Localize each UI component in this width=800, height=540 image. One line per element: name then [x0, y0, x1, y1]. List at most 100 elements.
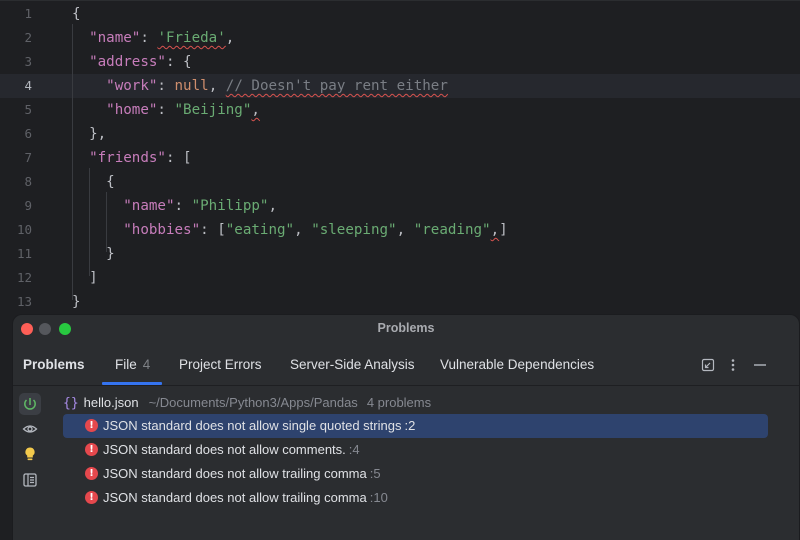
error-icon: !: [85, 443, 98, 456]
problem-line: :2: [404, 418, 416, 433]
code-token: :: [174, 198, 192, 214]
file-name: hello.json: [83, 395, 139, 410]
code-token: "name": [123, 198, 175, 214]
code-line[interactable]: 5 "home": "Beijing",: [0, 98, 800, 122]
problems-header-label: Problems: [23, 357, 85, 372]
code-line[interactable]: 7 "friends": [: [0, 146, 800, 170]
indent-guide: [89, 168, 90, 276]
problem-row[interactable]: ! JSON standard does not allow trailing …: [63, 486, 768, 510]
code-token: ,: [208, 78, 226, 94]
tab-file[interactable]: File 4: [115, 345, 150, 385]
code-token: ,: [490, 222, 500, 238]
code-line[interactable]: 11 }: [0, 242, 800, 266]
code-line[interactable]: 4 "work": null, // Doesn't pay rent eith…: [0, 74, 800, 98]
code-line[interactable]: 10 "hobbies": ["eating", "sleeping", "re…: [0, 218, 800, 242]
tab-project-errors[interactable]: Project Errors: [179, 345, 262, 385]
code-token: : {: [165, 54, 192, 70]
code-text: },: [72, 122, 106, 146]
eye-icon[interactable]: [19, 418, 41, 440]
code-token: "friends": [89, 150, 166, 166]
line-number: 11: [16, 246, 32, 261]
indent-guide: [72, 24, 73, 300]
code-text: "hobbies": ["eating", "sleeping", "readi…: [72, 218, 507, 242]
code-line[interactable]: 2 "name": 'Frieda',: [0, 26, 800, 50]
code-line[interactable]: 13}: [0, 290, 800, 314]
code-token: "address": [89, 54, 166, 70]
line-number: 2: [24, 30, 32, 45]
problem-message: JSON standard does not allow single quot…: [103, 418, 402, 433]
code-token: ,: [251, 102, 260, 118]
code-token: }: [106, 246, 115, 262]
line-number: 3: [24, 54, 32, 69]
code-token: "Philipp": [191, 198, 269, 214]
code-editor[interactable]: 1{2 "name": 'Frieda', 3 "address": {4 "wo…: [0, 0, 800, 314]
window-title: Problems: [377, 321, 435, 335]
code-token: "hobbies": [123, 222, 201, 238]
error-icon: !: [85, 419, 98, 432]
minimize-icon[interactable]: [749, 354, 771, 376]
code-token: null: [174, 78, 209, 94]
error-icon: !: [85, 491, 98, 504]
code-text: ]: [72, 266, 98, 290]
code-token: {: [106, 174, 115, 190]
problem-row[interactable]: ! JSON standard does not allow comments.…: [63, 438, 768, 462]
active-tab-indicator: [102, 382, 162, 385]
problems-tabbar: Problems File 4 Project Errors Server-Sid…: [13, 345, 799, 386]
code-line[interactable]: 9 "name": "Philipp",: [0, 194, 800, 218]
code-token: "sleeping": [311, 222, 397, 238]
code-line[interactable]: 8 {: [0, 170, 800, 194]
more-vertical-icon[interactable]: [722, 354, 744, 376]
code-token: },: [89, 126, 107, 142]
problems-titlebar[interactable]: Problems: [13, 315, 799, 343]
refresh-icon[interactable]: [19, 393, 41, 415]
code-token: :: [157, 102, 175, 118]
lightbulb-icon[interactable]: [19, 443, 41, 465]
tab-file-label: File: [115, 357, 137, 372]
code-line[interactable]: 12 ]: [0, 266, 800, 290]
file-problem-count: 4 problems: [366, 395, 432, 410]
preview-icon[interactable]: [19, 469, 41, 491]
editor-top-border: [0, 0, 800, 1]
line-number: 13: [16, 294, 32, 309]
code-token: "eating": [225, 222, 295, 238]
problem-line: :5: [369, 466, 381, 481]
problem-row[interactable]: ! JSON standard does not allow trailing …: [63, 462, 768, 486]
code-line[interactable]: 3 "address": {: [0, 50, 800, 74]
code-text: }: [72, 290, 81, 314]
tab-file-count: 4: [142, 357, 151, 372]
tab-server-side-analysis[interactable]: Server-Side Analysis: [290, 345, 415, 385]
json-file-icon: {}: [63, 396, 79, 411]
problems-window: Problems Problems File 4 Project Errors S…: [12, 314, 800, 540]
line-number: 8: [24, 174, 32, 189]
code-line[interactable]: 1{: [0, 2, 800, 26]
expand-icon[interactable]: [697, 354, 719, 376]
line-number: 6: [24, 126, 32, 141]
code-text: }: [72, 242, 115, 266]
code-token: : [: [165, 150, 192, 166]
code-token: }: [72, 294, 81, 310]
tab-vulnerable-dependencies[interactable]: Vulnerable Dependencies: [440, 345, 594, 385]
code-line[interactable]: 6 },: [0, 122, 800, 146]
code-token: ,: [268, 198, 278, 214]
code-token: ,: [225, 30, 235, 46]
problem-message: JSON standard does not allow trailing co…: [103, 466, 367, 481]
line-number: 9: [24, 198, 32, 213]
problem-message: JSON standard does not allow comments.: [103, 442, 346, 457]
file-path: ~/Documents/Python3/Apps/Pandas: [148, 395, 358, 410]
problem-message: JSON standard does not allow trailing co…: [103, 490, 367, 505]
code-text: "address": {: [72, 50, 192, 74]
code-token: // Doesn't pay rent either: [225, 78, 448, 94]
code-token: 'Frieda': [157, 30, 226, 46]
problem-line: :10: [369, 490, 388, 505]
code-text: "friends": [: [72, 146, 192, 170]
line-number: 4: [24, 78, 32, 93]
problem-row[interactable]: ! JSON standard does not allow single qu…: [63, 414, 768, 438]
line-number: 7: [24, 150, 32, 165]
code-text: {: [72, 2, 81, 26]
problem-file-row[interactable]: {} hello.json ~/Documents/Python3/Apps/Pan…: [63, 393, 431, 413]
